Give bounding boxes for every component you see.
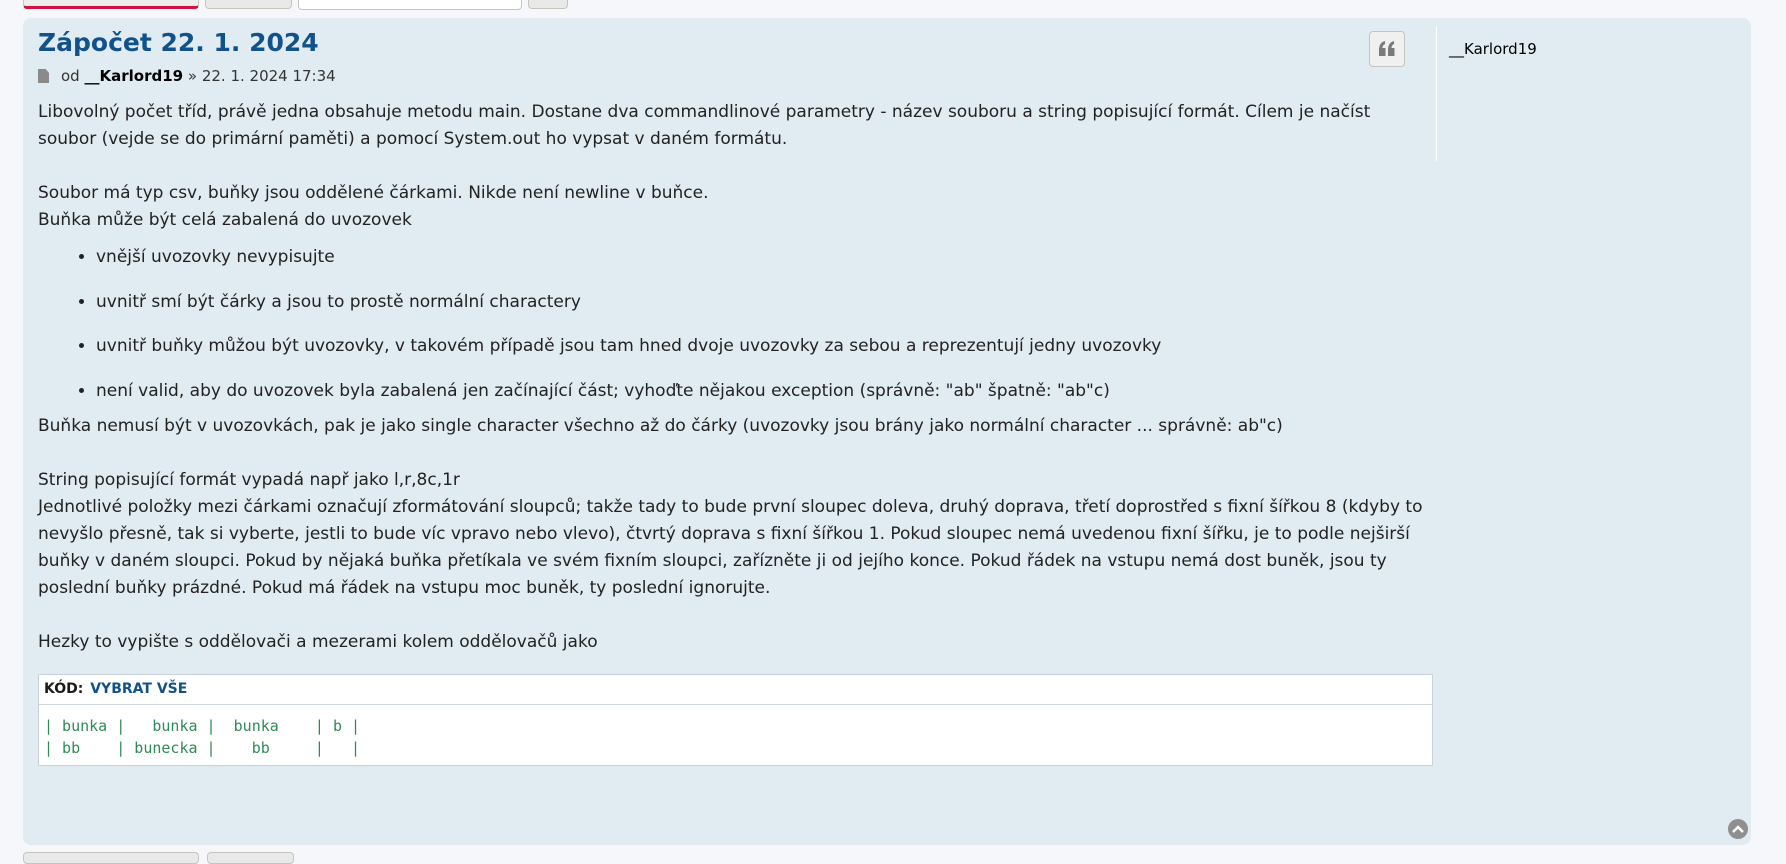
- post-date: » 22. 1. 2024 17:34: [187, 67, 336, 85]
- author-prefix: od: [61, 67, 80, 85]
- reply-button[interactable]: [23, 0, 199, 9]
- quote-icon: [1379, 41, 1395, 56]
- list-item: vnější uvozovky nevypisujte: [96, 244, 1433, 271]
- bottom-toolbar: [23, 852, 294, 864]
- back-to-top-button[interactable]: [1728, 819, 1748, 839]
- paragraph: Hezky to vypište s oddělovači a mezerami…: [38, 631, 598, 652]
- bottom-tools-button[interactable]: [207, 852, 294, 864]
- list-item: uvnitř smí být čárky a jsou to prostě no…: [96, 289, 1433, 316]
- list-item: není valid, aby do uvozovek byla zabalen…: [96, 378, 1433, 405]
- code-box: KÓD: VYBRAT VŠE | bunka | bunka | bunka …: [38, 673, 1433, 766]
- chevron-up-circle-icon: [1732, 825, 1744, 833]
- code-header: KÓD: VYBRAT VŠE: [39, 675, 1432, 705]
- bottom-reply-button[interactable]: [23, 852, 199, 864]
- paragraph: Libovolný počet tříd, právě jedna obsahu…: [38, 102, 1371, 149]
- post-profile: __Karlord19: [1436, 26, 1737, 161]
- quote-button[interactable]: [1369, 31, 1405, 67]
- select-all-link[interactable]: VYBRAT VŠE: [90, 681, 187, 697]
- paragraph: Jednotlivé položky mezi čárkami označují…: [38, 496, 1423, 598]
- code-label: KÓD:: [44, 680, 84, 697]
- tools-button[interactable]: [205, 0, 292, 9]
- post-title[interactable]: Zápočet 22. 1. 2024: [38, 26, 1433, 60]
- top-toolbar: [23, 0, 568, 10]
- search-topic-input[interactable]: [298, 0, 522, 10]
- paragraph: Buňka může být celá zabalená do uvozovek: [38, 210, 412, 230]
- post-content: Libovolný počet tříd, právě jedna obsahu…: [38, 99, 1433, 656]
- author-link[interactable]: __Karlord19: [84, 66, 183, 86]
- paragraph: Buňka nemusí být v uvozovkách, pak je ja…: [38, 415, 1283, 436]
- list-item: uvnitř buňky můžou být uvozovky, v takov…: [96, 333, 1433, 360]
- code-content: | bunka | bunka | bunka | b | | bb | bun…: [44, 716, 361, 757]
- post: Zápočet 22. 1. 2024 od __Karlord19 » 22.…: [23, 18, 1751, 845]
- rules-list: vnější uvozovky nevypisujte uvnitř smí b…: [38, 244, 1433, 405]
- post-author-line: od __Karlord19 » 22. 1. 2024 17:34: [38, 66, 1433, 86]
- paragraph: Soubor má typ csv, buňky jsou oddělené č…: [38, 183, 709, 203]
- post-body: Zápočet 22. 1. 2024 od __Karlord19 » 22.…: [38, 26, 1433, 766]
- search-button[interactable]: [528, 0, 568, 9]
- paragraph: String popisující formát vypadá např jak…: [38, 469, 460, 490]
- post-file-icon[interactable]: [38, 69, 49, 83]
- profile-username[interactable]: __Karlord19: [1449, 40, 1737, 58]
